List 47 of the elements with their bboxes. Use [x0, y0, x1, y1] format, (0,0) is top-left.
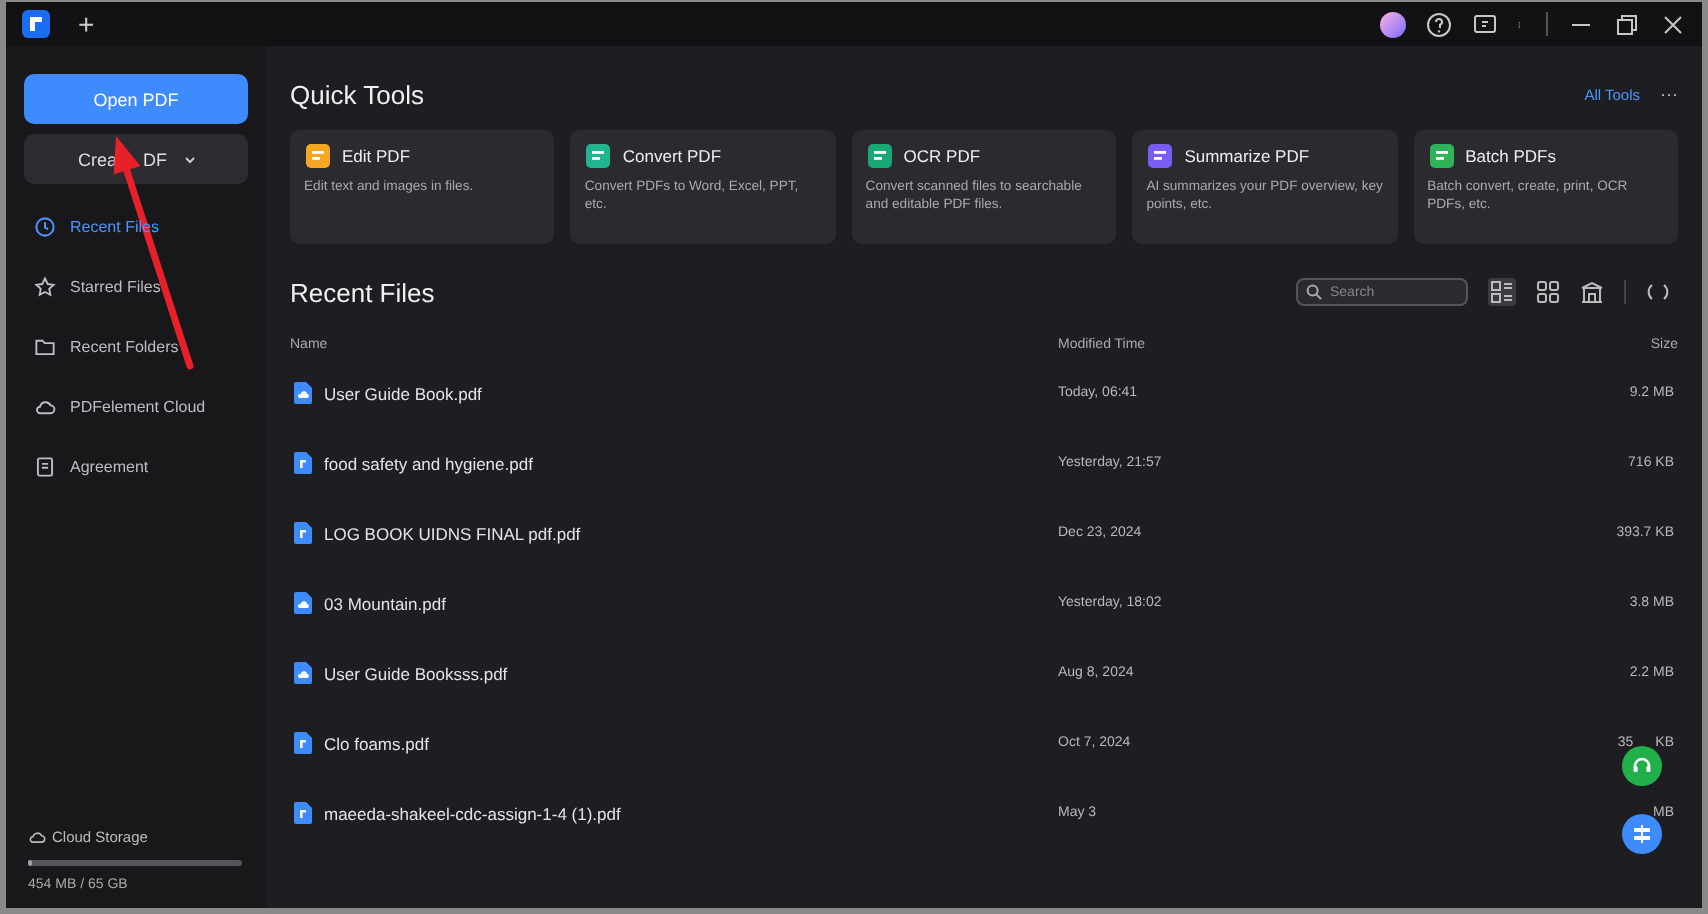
- cloud-file-icon: [294, 662, 312, 684]
- restore-icon[interactable]: [1614, 11, 1640, 37]
- document-icon: [34, 456, 56, 478]
- folder-icon: [34, 336, 56, 358]
- tool-title: Summarize PDF: [1184, 146, 1310, 166]
- avatar-icon[interactable]: [1380, 11, 1406, 37]
- cloud-file-icon: [294, 592, 312, 614]
- section-title: Recent Files: [290, 277, 435, 307]
- list-view-icon[interactable]: [1488, 278, 1516, 306]
- building-icon[interactable]: [1580, 280, 1604, 304]
- sidebar-item[interactable]: Starred Files: [24, 268, 173, 306]
- help-icon[interactable]: [1426, 11, 1452, 37]
- tool-title: Batch PDFs: [1465, 146, 1556, 166]
- grid-view-icon[interactable]: [1536, 280, 1560, 304]
- tool-title: OCR PDF: [903, 146, 981, 166]
- pdf-file-icon: [294, 452, 312, 474]
- star-icon: [34, 276, 56, 298]
- more-button[interactable]: ···: [1660, 84, 1678, 104]
- tool-title: Convert PDF: [622, 146, 722, 166]
- sidebar-item[interactable]: PDFelement Cloud: [24, 388, 218, 426]
- file-name[interactable]: Clo foams.pdf: [324, 733, 429, 753]
- caret-icon: [183, 153, 196, 165]
- refresh-icon[interactable]: [1646, 280, 1670, 304]
- cloud-file-icon: [294, 382, 312, 404]
- search-icon: [1306, 284, 1322, 300]
- file-name[interactable]: 03 Mountain.pdf: [324, 593, 446, 613]
- close-icon[interactable]: [1660, 11, 1686, 37]
- feedback-icon[interactable]: [1472, 11, 1498, 37]
- pdf-file-icon: [294, 522, 312, 544]
- headset-icon: [1630, 754, 1654, 778]
- file-name[interactable]: User Guide Booksss.pdf: [324, 663, 508, 683]
- file-name[interactable]: LOG BOOK UIDNS FINAL pdf.pdf: [324, 523, 581, 543]
- file-name[interactable]: maeeda-shakeel-cdc-assign-1-4 (1).pdf: [324, 803, 621, 823]
- cloud-icon: [28, 828, 46, 846]
- section-title: Quick Tools: [290, 79, 424, 109]
- split-icon: [1630, 822, 1654, 846]
- file-name[interactable]: User Guide Book.pdf: [324, 383, 482, 403]
- cloud-icon: [34, 396, 56, 418]
- file-name[interactable]: food safety and hygiene.pdf: [324, 453, 533, 473]
- app-logo-icon[interactable]: [22, 10, 50, 38]
- pdf-file-icon: [294, 732, 312, 754]
- sidebar-item[interactable]: Agreement: [24, 448, 161, 486]
- new-tab-button[interactable]: +: [78, 10, 95, 38]
- tool-title: Edit PDF: [342, 146, 411, 166]
- sidebar-item[interactable]: Recent Folders: [24, 328, 191, 366]
- pdf-file-icon: [294, 802, 312, 824]
- clock-icon: [34, 216, 56, 238]
